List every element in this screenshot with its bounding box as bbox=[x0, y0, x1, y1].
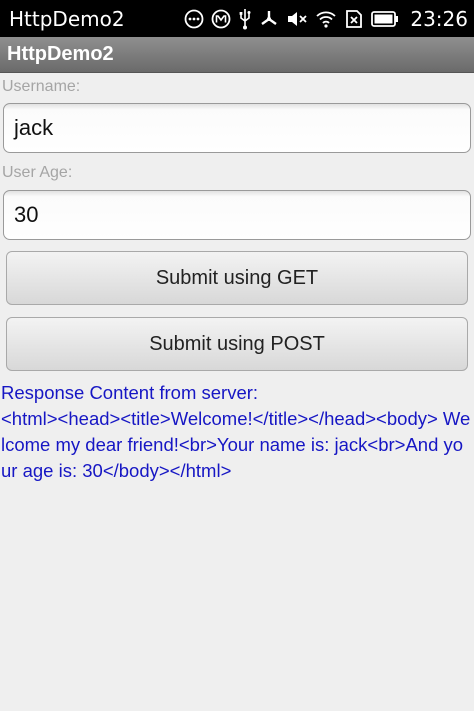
username-label: Username: bbox=[2, 78, 81, 95]
submit-post-label: Submit using POST bbox=[149, 332, 325, 355]
submit-get-label: Submit using GET bbox=[155, 266, 319, 289]
response-content: Response Content from server: <html><hea… bbox=[1, 380, 471, 484]
submit-get-button[interactable]: Submit using GET bbox=[6, 251, 468, 305]
battery-icon bbox=[371, 10, 399, 28]
mute-icon bbox=[286, 9, 308, 29]
status-time: 23:26 bbox=[410, 6, 468, 31]
wifi-icon bbox=[315, 9, 337, 29]
status-icons: 23:26 bbox=[184, 7, 474, 31]
submit-post-button[interactable]: Submit using POST bbox=[6, 317, 468, 371]
status-bar: HttpDemo2 23:26 bbox=[0, 0, 474, 37]
radiation-icon bbox=[259, 9, 279, 29]
no-sim-icon bbox=[344, 9, 364, 29]
username-value: jack bbox=[14, 115, 54, 140]
m-icon bbox=[211, 9, 231, 29]
dots-icon bbox=[184, 9, 204, 29]
response-text: Response Content from server: <html><hea… bbox=[1, 382, 471, 481]
user-age-value: 30 bbox=[14, 202, 39, 227]
username-field[interactable]: jack bbox=[3, 103, 471, 153]
user-age-label: User Age: bbox=[2, 164, 73, 181]
app-title-bar: HttpDemo2 bbox=[0, 37, 474, 73]
user-age-field[interactable]: 30 bbox=[3, 190, 471, 240]
app-title: HttpDemo2 bbox=[7, 43, 114, 65]
status-app-name: HttpDemo2 bbox=[9, 6, 125, 31]
usb-icon bbox=[238, 8, 252, 30]
